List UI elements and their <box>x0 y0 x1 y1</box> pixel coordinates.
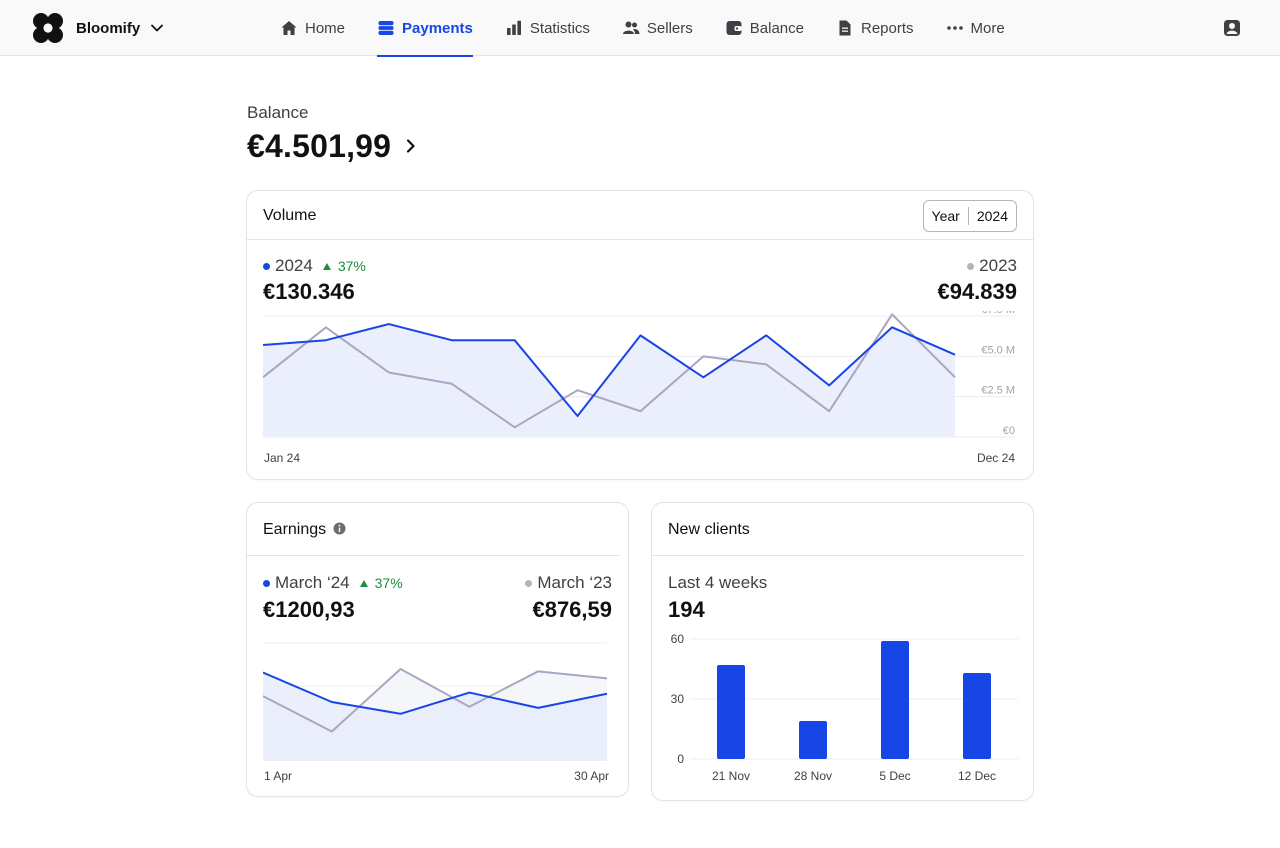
balance-label: Balance <box>247 103 309 122</box>
clients-x-tick-label: 12 Dec <box>958 769 996 783</box>
earnings-header-divider <box>247 555 619 556</box>
nav-payments[interactable]: Payments <box>377 0 473 57</box>
nav-statistics[interactable]: Statistics <box>505 0 590 56</box>
clients-bar <box>799 721 827 759</box>
nav-home[interactable]: Home <box>280 0 345 56</box>
new-clients-bar-chart: 0 30 60 21 Nov 28 Nov 5 Dec 12 Dec <box>671 632 1018 783</box>
account-icon[interactable] <box>1222 18 1242 38</box>
clients-bar <box>963 673 991 759</box>
nav-reports[interactable]: Reports <box>836 0 914 56</box>
nav-sellers-label: Sellers <box>646 19 693 37</box>
clients-x-tick-label: 5 Dec <box>879 769 910 783</box>
main-nav: Home Payments Statistics Sellers Balance… <box>280 0 1037 57</box>
more-icon <box>946 26 963 30</box>
volume-delta-value: 37% <box>337 258 366 274</box>
current-series-marker <box>263 579 270 587</box>
workspace-name: Bloomify <box>76 19 141 37</box>
balance-value: €4.501,99 <box>247 127 392 164</box>
volume-current-label: 2024 <box>275 256 313 275</box>
nav-balance-label: Balance <box>749 19 804 37</box>
earnings-card: Earnings March ‘24 37% €1200,93 March ‘2… <box>246 502 629 797</box>
nav-sellers[interactable]: Sellers <box>622 0 693 56</box>
earnings-current-value: €1200,93 <box>263 597 355 622</box>
clients-bar <box>881 641 909 759</box>
earnings-x-start: 1 Apr <box>264 769 293 783</box>
new-clients-period: Last 4 weeks <box>668 573 768 592</box>
chevron-down-icon <box>151 24 164 32</box>
volume-header-divider <box>247 239 1033 240</box>
volume-y-tick-label: €0 <box>1003 425 1015 437</box>
clients-y-tick-label: 0 <box>677 752 684 766</box>
volume-area-2024 <box>263 324 955 437</box>
info-icon[interactable] <box>333 522 346 535</box>
bloomify-logo-icon <box>33 13 63 43</box>
wallet-icon <box>726 21 742 35</box>
new-clients-header-divider <box>652 555 1024 556</box>
volume-x-start: Jan 24 <box>264 451 301 465</box>
earnings-current-label: March ‘24 <box>275 573 350 592</box>
clients-y-tick-label: 60 <box>671 632 685 646</box>
payments-icon <box>378 21 394 35</box>
trend-up-icon <box>322 262 331 270</box>
trend-up-icon <box>359 579 368 587</box>
volume-delta-badge: 37% <box>322 258 366 274</box>
volume-previous-value: €94.839 <box>937 279 1017 304</box>
clients-x-tick-label: 28 Nov <box>794 769 832 783</box>
earnings-x-end: 30 Apr <box>574 769 609 783</box>
statistics-icon <box>506 20 521 35</box>
volume-y-tick-label: €5.0 M <box>981 344 1015 356</box>
top-navigation-bar: Bloomify Home Payments Statistics Seller… <box>0 0 1280 57</box>
new-clients-total: 194 <box>668 597 705 622</box>
chevron-right-icon <box>407 139 415 153</box>
volume-legend-previous: 2023 <box>967 256 1017 276</box>
nav-more[interactable]: More <box>946 0 1005 56</box>
nav-balance[interactable]: Balance <box>725 0 804 56</box>
volume-title: Volume <box>263 207 317 224</box>
earnings-title: Earnings <box>263 521 327 538</box>
nav-statistics-label: Statistics <box>529 19 590 37</box>
earnings-title-row: Earnings <box>263 521 346 539</box>
volume-line-chart: €0 €2.5 M €5.0 M €7.5 M <box>263 311 1015 438</box>
sellers-icon <box>622 21 640 34</box>
report-icon <box>839 20 851 36</box>
current-series-marker <box>263 262 270 270</box>
nav-home-label: Home <box>305 19 346 37</box>
new-clients-card: New clients Last 4 weeks 194 0 30 60 21 Nov… <box>651 502 1034 801</box>
volume-y-tick-label: €7.5 M <box>981 311 1015 316</box>
balance-link[interactable]: €4.501,99 <box>247 126 419 166</box>
period-selector[interactable]: Year 2024 <box>922 200 1017 232</box>
earnings-delta-value: 37% <box>374 575 403 591</box>
nav-more-label: More <box>970 19 1005 37</box>
nav-reports-label: Reports <box>860 19 914 37</box>
workspace-switcher[interactable]: Bloomify <box>32 12 164 44</box>
previous-series-marker <box>967 262 975 270</box>
earnings-previous-label: March ‘23 <box>537 573 612 592</box>
clients-x-tick-label: 21 Nov <box>712 769 750 783</box>
new-clients-title: New clients <box>668 521 750 538</box>
previous-series-marker <box>525 579 533 587</box>
period-value: 2024 <box>976 208 1008 224</box>
volume-legend-current: 2024 37% <box>263 256 366 276</box>
earnings-delta-badge: 37% <box>359 575 403 591</box>
volume-card: Volume Year 2024 2024 37% €130.346 2023 … <box>246 190 1034 480</box>
earnings-legend-current: March ‘24 37% <box>263 573 403 593</box>
earnings-line-chart <box>263 642 608 761</box>
earnings-legend-previous: March ‘23 <box>525 573 612 593</box>
home-icon <box>281 21 297 35</box>
clients-bar <box>717 665 745 759</box>
period-label: Year <box>931 208 960 224</box>
volume-previous-label: 2023 <box>979 256 1017 275</box>
volume-current-value: €130.346 <box>263 279 355 304</box>
volume-y-tick-label: €2.5 M <box>981 385 1015 397</box>
nav-payments-label: Payments <box>402 19 473 37</box>
volume-x-end: Dec 24 <box>976 451 1015 465</box>
clients-y-tick-label: 30 <box>671 692 685 706</box>
earnings-previous-value: €876,59 <box>532 597 612 622</box>
